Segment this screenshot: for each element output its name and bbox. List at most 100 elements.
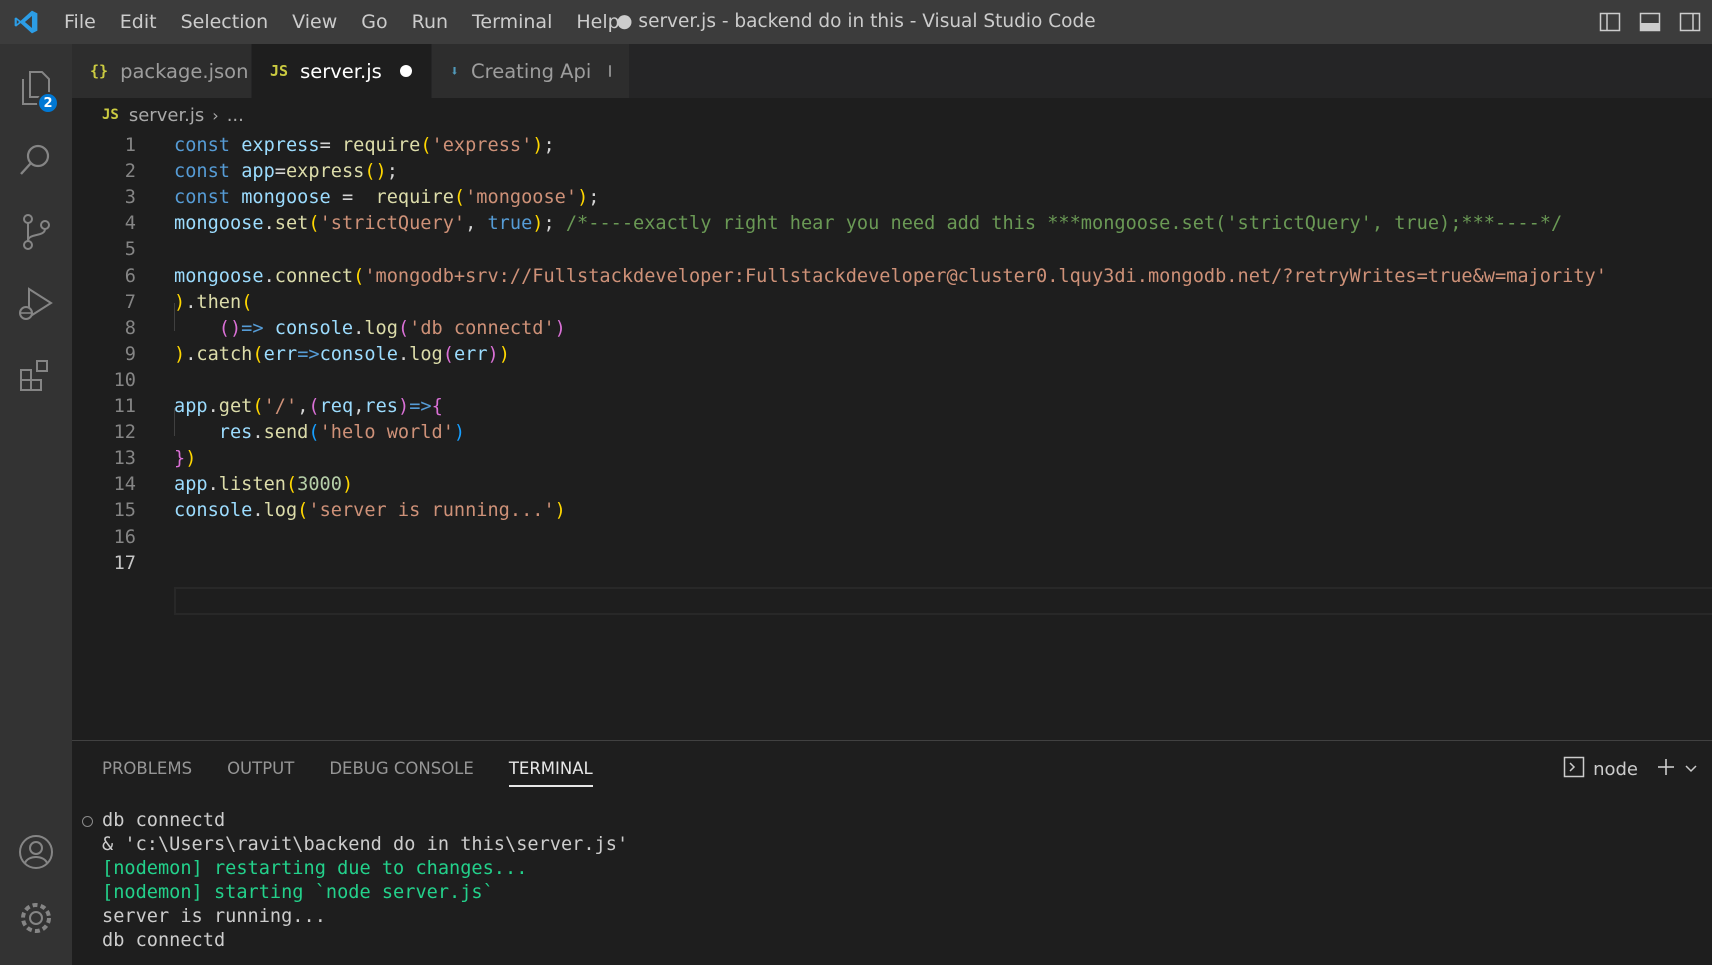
code-line[interactable]: 10 <box>72 367 1712 396</box>
code-text: ()=> console.log('db connectd') <box>174 315 566 344</box>
new-terminal-plus-icon[interactable] <box>1656 757 1676 782</box>
manage-gear-icon[interactable] <box>0 882 72 954</box>
code-line[interactable]: 9).catch(err=>console.log(err)) <box>72 341 1712 370</box>
code-line[interactable]: 17 <box>72 550 1712 579</box>
line-number: 8 <box>124 317 136 339</box>
line-number: 12 <box>113 422 136 444</box>
current-line-highlight <box>174 587 1712 615</box>
line-number: 9 <box>124 343 136 365</box>
menu-terminal[interactable]: Terminal <box>460 0 564 44</box>
code-token: '/' <box>263 396 298 417</box>
toggle-panel-icon[interactable] <box>1634 6 1666 38</box>
panel-tab-output[interactable]: OUTPUT <box>227 741 294 797</box>
tab-package-json[interactable]: {} package.json <box>72 44 252 98</box>
code-text: ).then( <box>174 289 252 318</box>
code-text: const mongoose = require('mongoose'); <box>174 184 599 213</box>
source-control-icon[interactable] <box>0 196 72 268</box>
code-line[interactable]: 12 res.send('helo world') <box>72 419 1712 448</box>
extensions-icon[interactable] <box>0 340 72 412</box>
menu-view[interactable]: View <box>280 0 349 44</box>
unsaved-dot-icon[interactable] <box>609 65 611 77</box>
menu-run[interactable]: Run <box>400 0 460 44</box>
code-line[interactable]: 15 console.log('server is running...') <box>72 497 1712 526</box>
terminal-name[interactable]: node <box>1593 759 1638 780</box>
code-token: ( <box>397 317 410 339</box>
chevron-down-icon[interactable] <box>1684 759 1698 780</box>
code-token: err <box>453 343 488 365</box>
menu-selection[interactable]: Selection <box>169 0 281 44</box>
accounts-icon[interactable] <box>0 816 72 888</box>
code-token: . <box>263 213 275 235</box>
code-text: const app=express(); <box>174 158 398 187</box>
code-line[interactable]: 11 app.get('/',(req,res)=>{ <box>72 393 1712 422</box>
code-line[interactable]: 14 app.listen(3000) <box>72 471 1712 500</box>
code-token: console <box>274 317 354 339</box>
unsaved-dot-icon[interactable] <box>399 65 412 77</box>
code-line[interactable]: 2 const app=express(); <box>72 158 1712 187</box>
code-line[interactable]: 6 mongoose.connect('mongodb+srv://Fullsta… <box>72 263 1712 292</box>
tab-creating-api[interactable]: ⬇ Creating Api <box>432 44 630 98</box>
code-line[interactable]: 1 const express= require('express'); <box>72 132 1712 161</box>
run-and-debug-icon[interactable] <box>0 268 72 340</box>
code-token: = <box>274 161 286 183</box>
menu-edit[interactable]: Edit <box>108 0 169 44</box>
code-token: ( <box>420 135 432 156</box>
code-token: const <box>174 135 230 156</box>
editor-tab-bar: {} package.json JS server.js ⬇ Creating … <box>72 44 1712 98</box>
code-line[interactable]: 3 const mongoose = require('mongoose'); <box>72 184 1712 213</box>
line-number: 10 <box>113 369 136 391</box>
menu-go[interactable]: Go <box>349 0 399 44</box>
code-token: { <box>431 396 443 417</box>
download-file-icon: ⬇ <box>450 62 460 80</box>
terminal-output[interactable]: db connectd & 'c:\Users\ravit\backend do … <box>72 809 1712 965</box>
code-editor[interactable]: 1 const express= require('express'); 2 cons… <box>72 132 1712 740</box>
toggle-secondary-sidebar-icon[interactable] <box>1674 6 1706 38</box>
code-token: => <box>297 343 320 365</box>
code-line[interactable]: 13}) <box>72 445 1712 474</box>
line-number: 4 <box>124 213 136 235</box>
code-token: req <box>319 396 354 417</box>
code-token: . <box>397 343 410 365</box>
menu-file[interactable]: File <box>52 0 108 44</box>
command-status-circle-icon <box>82 816 93 827</box>
terminal-line: server is running... <box>102 906 326 927</box>
code-line[interactable]: 4 mongoose.set('strictQuery', true); /*--… <box>72 210 1712 239</box>
search-icon[interactable] <box>0 124 72 196</box>
code-token: . <box>185 291 197 313</box>
code-token: ; <box>588 187 600 209</box>
breadcrumb-file[interactable]: server.js <box>129 105 204 126</box>
code-token: mongoose <box>174 265 264 287</box>
code-text: const express= require('express'); <box>174 132 555 161</box>
code-line[interactable]: 5 <box>72 236 1712 265</box>
menu-bar: File Edit Selection View Go Run Terminal Help <box>52 0 632 44</box>
code-line[interactable]: 16 <box>72 524 1712 553</box>
code-token: get <box>218 396 253 417</box>
panel-tab-terminal[interactable]: TERMINAL <box>508 741 593 797</box>
tab-label: Creating Api <box>471 59 592 83</box>
code-line[interactable]: 7 ).then( <box>72 289 1712 318</box>
code-token: ( <box>442 343 454 365</box>
code-token: 'server is running...' <box>308 500 555 522</box>
terminal-icon[interactable] <box>1563 756 1585 783</box>
title-bar: File Edit Selection View Go Run Terminal Help ●… <box>0 0 1712 44</box>
panel-tab-debug-console[interactable]: DEBUG CONSOLE <box>329 741 474 797</box>
line-number: 7 <box>124 291 136 313</box>
code-token: . <box>185 343 197 365</box>
explorer-icon[interactable]: 2 <box>0 52 72 124</box>
code-text: mongoose.set('strictQuery', true); /*---… <box>174 210 1562 239</box>
code-token: ; <box>543 135 555 156</box>
code-token: ) <box>554 317 566 339</box>
code-line[interactable]: 8 ()=> console.log('db connectd') <box>72 315 1712 344</box>
json-file-icon: {} <box>90 62 109 80</box>
code-token: ) <box>532 213 544 235</box>
tab-server-js[interactable]: JS server.js <box>252 44 432 98</box>
panel-tab-problems[interactable]: PROBLEMS <box>102 741 192 797</box>
line-number: 5 <box>124 239 136 261</box>
code-token: , <box>353 396 365 417</box>
toggle-primary-sidebar-icon[interactable] <box>1594 6 1626 38</box>
code-token: 'express' <box>431 135 533 156</box>
breadcrumb-more[interactable]: ... <box>227 105 244 126</box>
code-token: ( <box>308 422 320 444</box>
